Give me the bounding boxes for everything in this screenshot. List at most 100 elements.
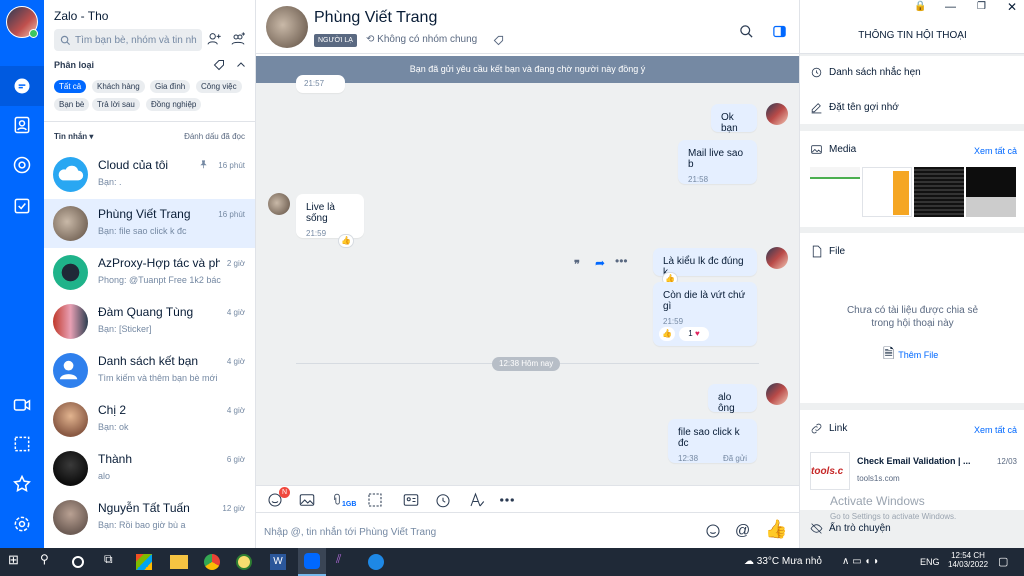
message-bubble[interactable]: alo ông (708, 384, 757, 414)
nav-mentions[interactable] (0, 145, 44, 185)
nav-video[interactable] (0, 385, 44, 425)
chip-all[interactable]: Tất cả (54, 80, 87, 93)
message-bubble[interactable]: Mail live sao b 21:58 (678, 140, 757, 184)
message-bubble[interactable]: Live là sống 21:59 (296, 194, 364, 238)
chip-customers[interactable]: Khách hàng (92, 80, 145, 93)
conversation-item[interactable]: Chị 2 Bạn: ok 4 giờ (44, 395, 255, 444)
link-header[interactable]: Link (810, 422, 847, 435)
conversation-item[interactable]: Cloud của tôi Bạn: . 16 phút (44, 150, 255, 199)
app-icon[interactable] (236, 554, 252, 570)
quote-icon[interactable]: ❞ (574, 258, 580, 271)
store-icon[interactable] (136, 554, 152, 570)
add-file-button[interactable]: 🗎 Thêm File (883, 343, 938, 367)
tag-settings-icon[interactable] (213, 59, 225, 71)
language-indicator[interactable]: ENG (920, 557, 940, 567)
media-thumbnail[interactable] (966, 167, 1016, 217)
windows-start-icon[interactable]: ⊞ (8, 552, 28, 572)
message-bubble[interactable]: file sao click k đc 12:38 Đã gửi (668, 419, 757, 463)
lock-icon[interactable]: 🔒 (914, 1, 926, 12)
conversation-item[interactable]: AzProxy-Hợp tác và ph... Phong: @Tuanpt … (44, 248, 255, 297)
screenshot-button[interactable] (366, 491, 390, 509)
chrome-icon[interactable] (204, 554, 220, 570)
reminder-button[interactable] (434, 491, 452, 509)
cortana-icon[interactable] (72, 556, 84, 568)
nav-contacts[interactable] (0, 105, 44, 145)
app-icon[interactable]: ⫽ (336, 552, 356, 572)
file-explorer-icon[interactable] (170, 555, 188, 569)
link-thumbnail[interactable]: tools.c (810, 452, 850, 490)
peer-avatar[interactable] (266, 6, 308, 48)
image-button[interactable] (298, 491, 316, 509)
attach-file-button[interactable]: 1GB (330, 491, 356, 509)
word-icon[interactable]: W (270, 554, 286, 570)
media-thumbnail[interactable] (810, 167, 860, 217)
chip-friends[interactable]: Bạn bè (54, 98, 90, 111)
message-bubble[interactable]: Ok bạn (711, 104, 757, 134)
conversation-preview: Bạn: file sao click k đc (98, 226, 187, 236)
app-icon[interactable] (368, 554, 384, 570)
nav-todo[interactable] (0, 186, 44, 226)
mutual-groups[interactable]: ⟲ Không có nhóm chung (366, 34, 477, 45)
message-bubble[interactable]: Còn die là vứt chứ gì 21:59 👍 1 ♥ (653, 282, 757, 346)
conversation-item[interactable]: Đàm Quang Tùng Bạn: [Sticker] 4 giờ (44, 297, 255, 346)
search-icon[interactable] (739, 24, 754, 39)
more-options-button[interactable] (498, 491, 516, 509)
close-icon[interactable]: ✕ (1007, 0, 1017, 14)
cloud-avatar (53, 157, 88, 192)
zalo-taskbar-button[interactable] (298, 548, 326, 576)
nav-messages[interactable] (0, 66, 44, 106)
conversation-item[interactable]: Danh sách kết bạn Tìm kiếm và thêm bạn b… (44, 346, 255, 395)
chip-work[interactable]: Công việc (196, 80, 242, 93)
hide-conversation-button[interactable]: Ẩn trò chuyện (810, 522, 891, 535)
clock[interactable]: 12:54 CH 14/03/2022 (948, 551, 988, 569)
media-thumbnail[interactable] (862, 167, 912, 217)
nav-settings[interactable] (0, 504, 44, 544)
conversation-item[interactable]: Phùng Viết Trang Bạn: file sao click k đ… (44, 199, 255, 248)
more-icon[interactable]: ••• (615, 254, 628, 268)
emoji-icon[interactable] (705, 523, 721, 539)
weather-widget[interactable]: ☁ 33°C Mưa nhỏ (744, 556, 822, 567)
set-nickname-button[interactable]: Đặt tên gợi nhớ (810, 101, 899, 114)
chip-reply-later[interactable]: Trả lời sau (92, 98, 140, 111)
messages-filter[interactable]: Tin nhắn ▾ (54, 132, 93, 141)
format-text-button[interactable] (468, 491, 486, 509)
mark-all-read-button[interactable]: Đánh dấu đã đọc (184, 132, 245, 141)
task-view-icon[interactable]: ⧉ (104, 552, 124, 572)
like-icon[interactable]: 👍 (338, 234, 354, 248)
tag-icon[interactable] (493, 35, 504, 46)
link-title[interactable]: Check Email Validation | ... (857, 456, 982, 466)
pin-icon (200, 160, 207, 169)
message-input[interactable]: Nhập @, tin nhắn tới Phùng Viết Trang (264, 527, 664, 538)
chip-family[interactable]: Gia đình (150, 80, 191, 93)
search-input[interactable]: Tìm bạn bè, nhóm và tin nhắn (54, 29, 202, 51)
nav-favorites[interactable] (0, 464, 44, 504)
like-icon[interactable]: 👍 (659, 327, 675, 341)
restore-icon[interactable]: ❐ (977, 1, 986, 12)
reaction-count[interactable]: 1 ♥ (679, 327, 709, 341)
app-title: Zalo - Tho (54, 9, 109, 23)
mention-icon[interactable]: @ (735, 522, 750, 539)
minimize-icon[interactable]: — (945, 1, 956, 13)
message-area[interactable]: 21:57 Ok bạn Mail live sao b 21:58 Live … (256, 75, 799, 485)
thumbs-up-send-icon[interactable]: 👍 (765, 519, 787, 540)
sticker-button[interactable]: N (266, 487, 290, 509)
conversation-item[interactable]: Nguyễn Tất Tuấn Bạn: Rồi bao giờ bù a 12… (44, 493, 255, 542)
create-group-button[interactable] (230, 31, 246, 47)
contact-card-button[interactable] (402, 491, 420, 509)
collapse-icon[interactable] (235, 59, 247, 71)
tray-icons[interactable]: ∧ ▭ ◖ ◗ (842, 556, 879, 567)
media-thumbnail[interactable] (914, 167, 964, 217)
chip-colleagues[interactable]: Đồng nghiệp (146, 98, 202, 111)
conversation-item[interactable]: Thành alo 6 giờ (44, 444, 255, 493)
add-friend-button[interactable] (206, 31, 222, 47)
file-header[interactable]: File (810, 245, 845, 258)
share-icon[interactable]: ➦ (595, 256, 605, 270)
nav-screenshot[interactable] (0, 424, 44, 464)
toggle-info-panel-icon[interactable] (772, 24, 787, 39)
reminder-list-button[interactable]: Danh sách nhắc hẹn (810, 66, 921, 79)
media-see-all-link[interactable]: Xem tất cả (974, 146, 1017, 156)
media-header[interactable]: Media (810, 143, 856, 156)
link-see-all-link[interactable]: Xem tất cả (974, 425, 1017, 435)
search-icon[interactable]: ⚲ (40, 552, 60, 572)
notification-icon[interactable]: ▢ (998, 555, 1008, 568)
